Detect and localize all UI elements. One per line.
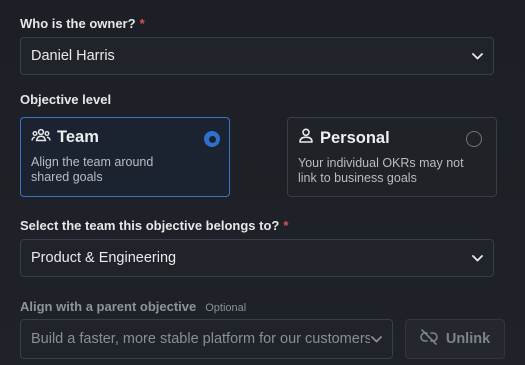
team-icon (31, 128, 51, 147)
team-select-value: Product & Engineering (31, 250, 177, 266)
parent-objective-select[interactable]: Build a faster, more stable platform for… (20, 319, 393, 359)
chevron-down-icon (471, 252, 483, 264)
objective-level-option-team[interactable]: Team Align the team around shared goals (20, 117, 230, 197)
objective-level-label: Objective level (20, 92, 111, 107)
parent-objective-label: Align with a parent objective Optional (20, 299, 246, 314)
person-icon (298, 128, 314, 148)
team-option-header: Team (31, 128, 219, 147)
parent-objective-value: Build a faster, more stable platform for… (31, 331, 370, 347)
objective-level-option-personal[interactable]: Personal Your individual OKRs may not li… (287, 117, 497, 197)
personal-option-description: Your individual OKRs may not link to bus… (298, 156, 486, 185)
team-radio-selected[interactable] (204, 131, 220, 147)
chevron-down-icon (471, 50, 483, 62)
unlink-button-label: Unlink (445, 331, 491, 347)
parent-objective-label-text: Align with a parent objective (20, 299, 197, 314)
personal-option-description-line: Your individual OKRs may not (298, 156, 464, 170)
owner-label: Who is the owner? * (20, 16, 145, 31)
unlink-icon (420, 329, 438, 349)
unlink-button[interactable]: Unlink (405, 319, 505, 359)
team-option-description-line: shared goals (31, 169, 103, 184)
team-label: Select the team this objective belongs t… (20, 218, 288, 233)
owner-select-value: Daniel Harris (31, 48, 115, 64)
team-option-description-line: Align the team around (31, 155, 154, 169)
team-option-title: Team (57, 128, 99, 146)
personal-option-title: Personal (320, 128, 390, 147)
objective-level-label-text: Objective level (20, 92, 112, 107)
team-label-text: Select the team this objective belongs t… (20, 218, 280, 233)
owner-label-text: Who is the owner? (20, 16, 136, 31)
required-mark: * (283, 218, 289, 233)
owner-select[interactable]: Daniel Harris (20, 37, 494, 75)
personal-option-header: Personal (298, 128, 486, 148)
optional-tag: Optional (205, 302, 247, 314)
chevron-down-icon (370, 333, 382, 345)
required-mark: * (139, 16, 145, 31)
personal-radio-unselected[interactable] (466, 131, 482, 147)
team-select[interactable]: Product & Engineering (20, 239, 494, 277)
team-option-description: Align the team around shared goals (31, 155, 219, 184)
personal-option-description-line: link to business goals (298, 170, 417, 185)
